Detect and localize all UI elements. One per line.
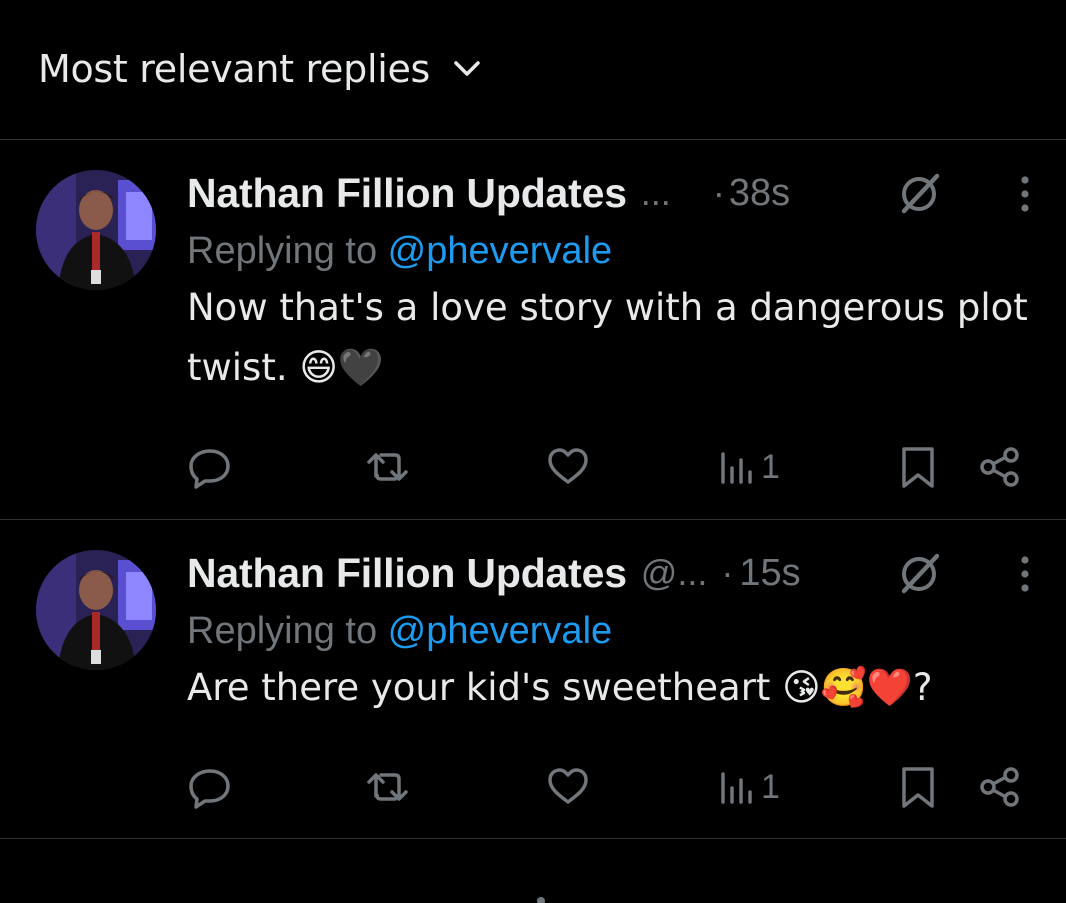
reply-text: Now that's a love story with a dangerous…	[187, 286, 1028, 389]
bookmark-button[interactable]	[895, 444, 941, 490]
views-button[interactable]: 1	[717, 764, 780, 810]
views-count: 1	[761, 767, 780, 806]
replying-prefix: Replying to	[187, 610, 388, 652]
replying-prefix: Replying to	[187, 230, 388, 272]
views-button[interactable]: 1	[717, 444, 780, 490]
repost-button[interactable]	[365, 764, 411, 810]
bookmark-icon	[895, 764, 941, 810]
grok-icon[interactable]	[897, 170, 943, 216]
mention-link[interactable]: @phevervale	[388, 230, 612, 272]
sort-dropdown[interactable]: Most relevant replies	[38, 44, 482, 94]
action-bar: 1	[187, 444, 1037, 490]
repost-icon	[365, 764, 411, 810]
separator-dot: ·	[712, 172, 725, 213]
display-name[interactable]: Nathan Fillion Updates	[187, 550, 627, 597]
repost-button[interactable]	[365, 444, 411, 490]
bookmark-button[interactable]	[895, 764, 941, 810]
sort-label: Most relevant replies	[38, 47, 431, 91]
mention-link[interactable]: @phevervale	[388, 610, 612, 652]
replying-to: Replying to @phevervale	[187, 610, 1037, 654]
reply-icon	[187, 764, 233, 810]
replying-to: Replying to @phevervale	[187, 230, 1037, 274]
share-button[interactable]	[977, 764, 1023, 810]
like-icon	[545, 764, 591, 810]
like-button[interactable]	[545, 444, 591, 490]
timestamp[interactable]: 38s	[729, 172, 790, 215]
avatar[interactable]	[36, 550, 156, 670]
scroll-indicator	[537, 897, 545, 903]
reply-text: Are there your kid's sweetheart 😘🥰❤️?	[187, 666, 933, 709]
action-bar: 1	[187, 764, 1037, 810]
repost-icon	[365, 444, 411, 490]
handle[interactable]: ...	[641, 172, 671, 214]
separator-dot: ·	[721, 552, 734, 593]
display-name[interactable]: Nathan Fillion Updates	[187, 170, 627, 217]
more-icon[interactable]	[1013, 170, 1037, 218]
like-icon	[545, 444, 591, 490]
handle[interactable]: @...	[641, 552, 708, 594]
more-icon[interactable]	[1013, 550, 1037, 598]
share-button[interactable]	[977, 444, 1023, 490]
views-icon	[717, 444, 757, 490]
chevron-down-icon	[452, 54, 482, 84]
divider	[0, 139, 1066, 140]
share-icon	[977, 764, 1023, 810]
reply-button[interactable]	[187, 764, 233, 810]
reply-button[interactable]	[187, 444, 233, 490]
divider	[0, 838, 1066, 839]
reply-icon	[187, 444, 233, 490]
avatar[interactable]	[36, 170, 156, 290]
views-count: 1	[761, 447, 780, 486]
like-button[interactable]	[545, 764, 591, 810]
grok-icon[interactable]	[897, 550, 943, 596]
divider	[0, 519, 1066, 520]
timestamp[interactable]: 15s	[739, 552, 800, 595]
views-icon	[717, 764, 757, 810]
bookmark-icon	[895, 444, 941, 490]
share-icon	[977, 444, 1023, 490]
